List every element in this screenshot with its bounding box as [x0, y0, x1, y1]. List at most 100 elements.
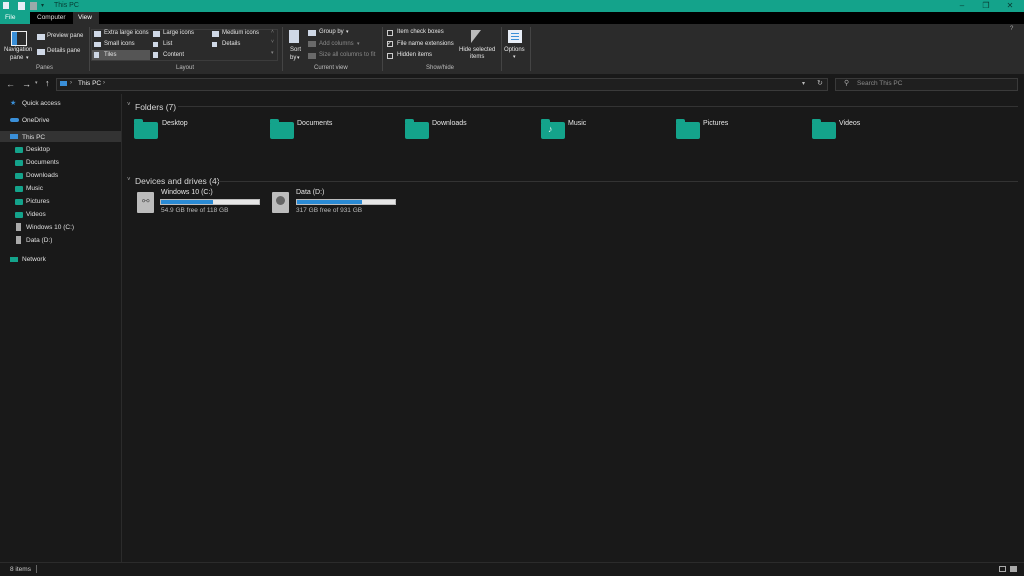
music-note-icon: ♪: [548, 124, 553, 134]
sidebar-item-this-pc[interactable]: This PC: [22, 134, 45, 141]
layout-expand-icon[interactable]: ▾: [271, 50, 274, 56]
tab-file[interactable]: File: [0, 12, 30, 24]
sidebar-item-windows-c[interactable]: Windows 10 (C:): [26, 224, 74, 231]
breadcrumb-chevron-icon[interactable]: ›: [70, 80, 72, 86]
navigation-pane-icon: [11, 31, 27, 46]
chevron-down-icon[interactable]: ▾: [297, 55, 300, 61]
folder-downloads[interactable]: Downloads: [432, 120, 467, 127]
sidebar-item-downloads[interactable]: Downloads: [26, 172, 58, 179]
title-bar: [0, 0, 1024, 12]
sidebar-item-onedrive[interactable]: OneDrive: [22, 117, 49, 124]
sidebar-item-network[interactable]: Network: [22, 256, 46, 263]
folder-desktop[interactable]: Desktop: [162, 120, 188, 127]
drive-d-free-space: 317 GB free of 931 GB: [296, 207, 363, 214]
new-folder-icon[interactable]: [30, 2, 37, 10]
drive-icon: [16, 223, 21, 231]
small-icons-icon: [94, 42, 101, 47]
address-bar[interactable]: [56, 78, 828, 91]
music-folder-icon[interactable]: [541, 119, 565, 139]
drive-c-name[interactable]: Windows 10 (C:): [161, 189, 213, 196]
sort-by-label-2[interactable]: by: [290, 55, 296, 61]
chevron-down-icon[interactable]: ▾: [357, 41, 360, 47]
hide-selected-items-button[interactable]: Hide selected: [459, 47, 495, 53]
group-by-button[interactable]: Group by: [319, 29, 344, 35]
sidebar-item-pictures[interactable]: Pictures: [26, 198, 49, 205]
drive-c-usage-fill: [161, 200, 214, 204]
pictures-folder-icon[interactable]: [676, 119, 700, 139]
layout-extra-large-icons[interactable]: Extra large icons: [104, 30, 149, 36]
hidden-items-checkbox[interactable]: [387, 53, 393, 59]
layout-content[interactable]: Content: [163, 52, 184, 58]
collapse-folders-icon[interactable]: ˅: [127, 102, 131, 108]
refresh-icon[interactable]: ↻: [817, 79, 823, 87]
ribbon-divider: [282, 27, 283, 71]
details-view-icon[interactable]: [999, 566, 1006, 572]
folder-pictures[interactable]: Pictures: [703, 120, 728, 127]
drive-d-usage-fill: [297, 200, 362, 204]
hard-disk-icon: [276, 196, 285, 205]
item-check-boxes-checkbox[interactable]: [387, 30, 393, 36]
size-all-columns-button[interactable]: Size all columns to fit: [319, 52, 375, 58]
layout-list[interactable]: List: [163, 41, 172, 47]
sidebar-item-data-d[interactable]: Data (D:): [26, 237, 52, 244]
item-count: 8 items: [10, 566, 31, 573]
breadcrumb-chevron-icon[interactable]: ›: [103, 80, 105, 86]
up-arrow-icon[interactable]: ↑: [45, 78, 50, 88]
add-columns-button[interactable]: Add columns: [319, 41, 354, 47]
chevron-down-icon[interactable]: ▾: [346, 29, 349, 35]
tab-computer[interactable]: Computer: [32, 12, 71, 24]
breadcrumb-this-pc[interactable]: This PC: [78, 80, 101, 87]
drive-d-name[interactable]: Data (D:): [296, 189, 324, 196]
navigation-pane-label[interactable]: Navigation: [4, 47, 32, 53]
minimize-button[interactable]: –: [950, 0, 974, 12]
chevron-down-icon[interactable]: ▾: [26, 55, 29, 61]
options-button[interactable]: Options: [504, 47, 525, 53]
ribbon-help-icon[interactable]: ?: [1010, 26, 1013, 32]
large-icons-view-icon[interactable]: [1010, 566, 1017, 572]
videos-folder-icon[interactable]: [812, 119, 836, 139]
maximize-button[interactable]: ❐: [974, 0, 998, 12]
sidebar-item-quick-access[interactable]: Quick access: [22, 100, 61, 107]
sort-by-label[interactable]: Sort: [290, 47, 301, 53]
navigation-pane-label-2[interactable]: pane: [10, 55, 23, 61]
customize-toolbar-icon[interactable]: ▾: [41, 2, 44, 9]
layout-tiles-selected[interactable]: [92, 50, 150, 60]
layout-small-icons[interactable]: Small icons: [104, 41, 135, 47]
back-arrow-icon[interactable]: ←: [6, 79, 15, 89]
layout-medium-icons[interactable]: Medium icons: [222, 30, 259, 36]
properties-icon[interactable]: [18, 2, 25, 10]
recent-locations-icon[interactable]: ▾: [35, 80, 38, 86]
usb-symbol-icon: ⚯: [142, 196, 150, 206]
documents-folder-icon[interactable]: [270, 119, 294, 139]
preview-pane-button[interactable]: Preview pane: [47, 33, 83, 39]
desktop-folder-icon[interactable]: [134, 119, 158, 139]
layout-details[interactable]: Details: [222, 41, 240, 47]
folders-heading[interactable]: Folders (7): [135, 102, 176, 112]
downloads-folder-icon[interactable]: [405, 119, 429, 139]
sidebar-item-documents[interactable]: Documents: [26, 159, 59, 166]
sidebar-item-music[interactable]: Music: [26, 185, 43, 192]
folder-videos[interactable]: Videos: [839, 120, 860, 127]
hide-selected-items-label-2[interactable]: items: [470, 54, 484, 60]
chevron-down-icon[interactable]: ▾: [513, 54, 516, 60]
folder-music[interactable]: Music: [568, 120, 586, 127]
tab-view[interactable]: View: [73, 12, 99, 24]
forward-arrow-icon[interactable]: →: [22, 79, 31, 89]
checkmark-icon: ✓: [387, 41, 393, 47]
close-button[interactable]: ✕: [998, 0, 1022, 12]
details-pane-button[interactable]: Details pane: [47, 48, 80, 54]
layout-scroll-up-icon[interactable]: ˄: [271, 29, 274, 35]
sidebar-item-videos[interactable]: Videos: [26, 211, 46, 218]
group-by-icon: [308, 30, 316, 36]
folder-documents[interactable]: Documents: [297, 120, 332, 127]
collapse-drives-icon[interactable]: ˅: [127, 177, 131, 183]
hide-selected-icon: [471, 30, 481, 43]
large-icons-icon: [153, 31, 160, 37]
layout-scroll-down-icon[interactable]: ˅: [271, 39, 274, 45]
drives-heading[interactable]: Devices and drives (4): [135, 176, 220, 186]
ribbon-divider: [382, 27, 383, 71]
layout-tiles[interactable]: Tiles: [104, 52, 116, 58]
address-dropdown-icon[interactable]: ▾: [802, 80, 805, 87]
layout-large-icons[interactable]: Large icons: [163, 30, 194, 36]
sidebar-item-desktop[interactable]: Desktop: [26, 146, 50, 153]
